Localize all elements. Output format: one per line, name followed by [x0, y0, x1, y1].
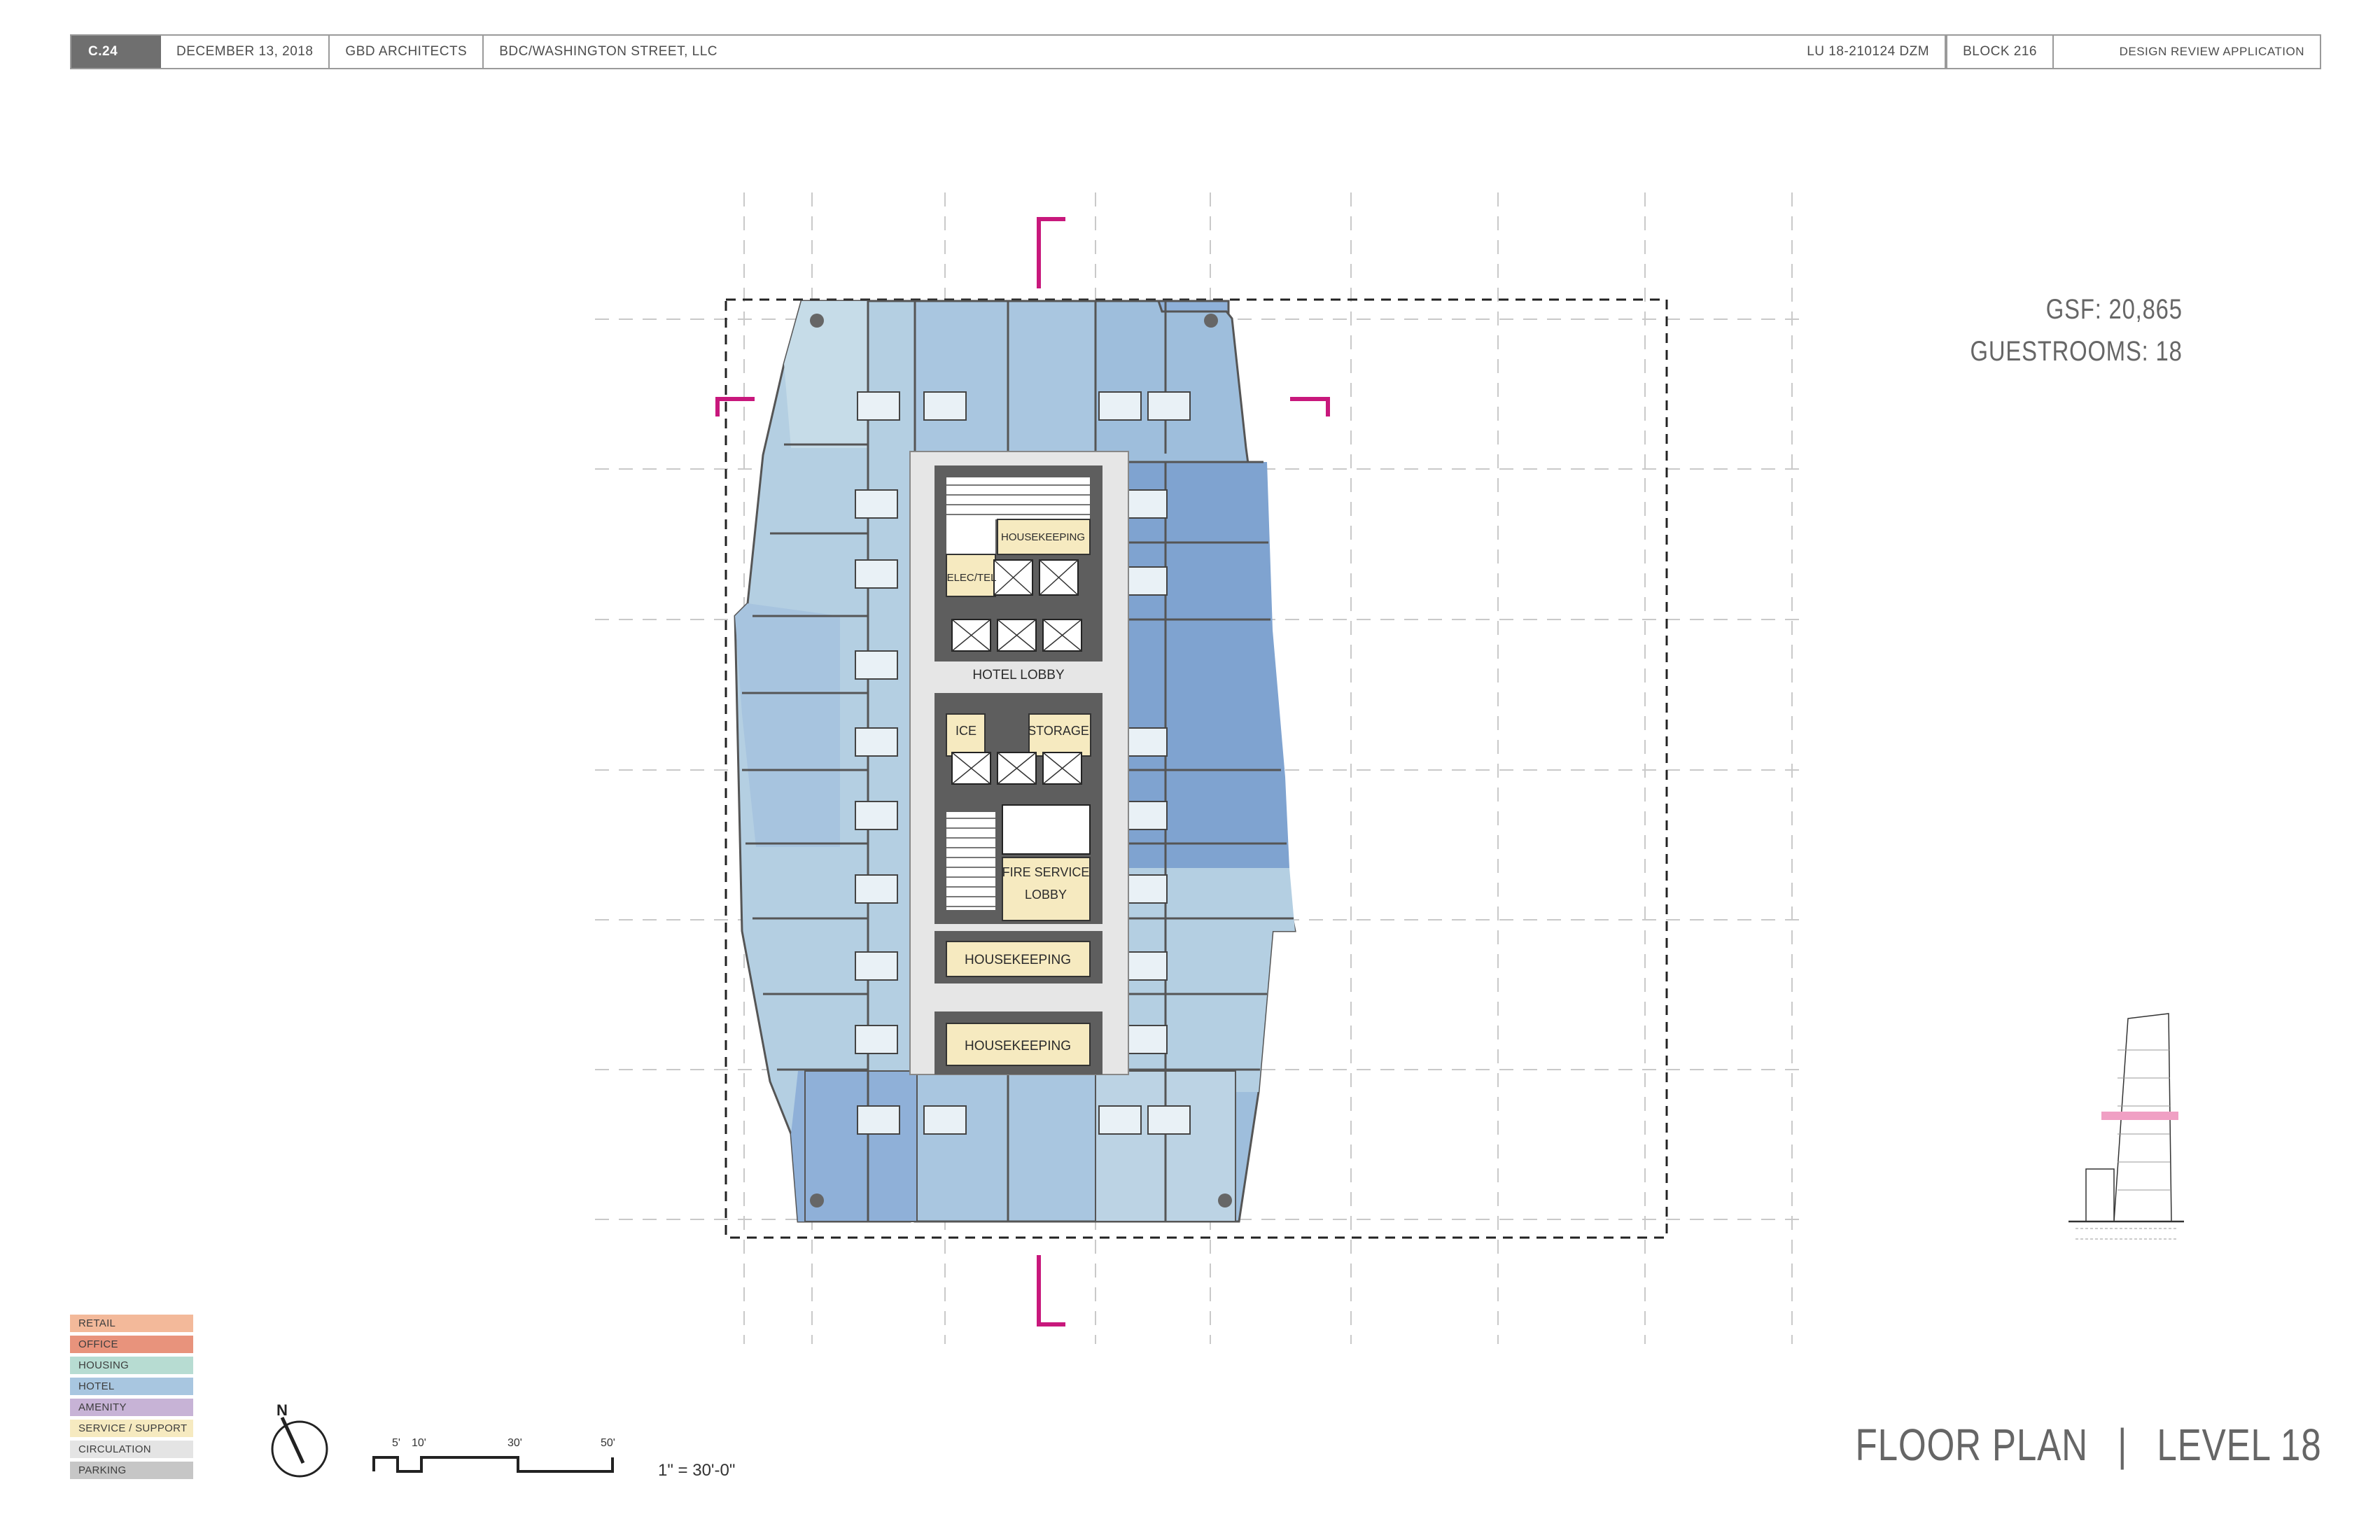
legend-item-service-support: SERVICE / SUPPORT [70, 1420, 193, 1437]
room-label-fire-service-2: LOBBY [1025, 888, 1067, 902]
legend-label: AMENITY [78, 1401, 127, 1413]
hotel-floor-plate [734, 300, 1296, 1223]
legend-item-circulation: CIRCULATION [70, 1441, 193, 1458]
scale-tick-10: 10' [412, 1437, 426, 1449]
room-label-fire-service-1: FIRE SERVICE [1002, 865, 1090, 879]
legend-label: OFFICE [78, 1338, 118, 1350]
room-label-ice: ICE [955, 724, 976, 738]
room-label-elec-tel: ELEC/TEL [947, 572, 997, 584]
scale-tick-50: 50' [601, 1437, 615, 1449]
legend-label: HOUSING [78, 1359, 130, 1371]
room-label-storage: STORAGE [1028, 724, 1089, 738]
legend-item-parking: PARKING [70, 1462, 193, 1479]
legend-label: RETAIL [78, 1317, 116, 1329]
legend-item-hotel: HOTEL [70, 1378, 193, 1395]
scale-tick-5: 5' [392, 1437, 400, 1449]
sheet-title: FLOOR PLAN | LEVEL 18 [1855, 1419, 2321, 1471]
north-arrow-icon: N [271, 1401, 328, 1478]
legend-label: SERVICE / SUPPORT [78, 1422, 188, 1434]
room-label-housekeeping-mid: HOUSEKEEPING [965, 953, 1071, 967]
sheet-title-main: FLOOR PLAN [1855, 1420, 2088, 1470]
legend-label: PARKING [78, 1464, 127, 1476]
legend-item-housing: HOUSING [70, 1357, 193, 1374]
legend-item-retail: RETAIL [70, 1315, 193, 1332]
scale-ratio: 1" = 30'-0" [658, 1461, 735, 1480]
room-label-hotel-lobby: HOTEL LOBBY [972, 668, 1065, 682]
floor-plan-drawing: HOUSEKEEPING ELEC/TEL HOTEL LOBBY ICE ST… [595, 192, 2184, 1344]
legend-label: CIRCULATION [78, 1443, 151, 1455]
sheet-title-level: LEVEL 18 [2156, 1420, 2321, 1470]
graphic-scale-bar: 5' 10' 30' 50' 1" = 30'-0" [372, 1437, 735, 1480]
room-label-housekeeping-bottom: HOUSEKEEPING [965, 1039, 1071, 1054]
key-plan-tower-elevation [2068, 1013, 2184, 1240]
legend-label: HOTEL [78, 1380, 115, 1392]
north-label: N [276, 1401, 288, 1419]
room-label-housekeeping-top: HOUSEKEEPING [1001, 531, 1085, 543]
sheet-title-separator: | [2117, 1420, 2127, 1470]
legend-item-amenity: AMENITY [70, 1399, 193, 1416]
legend-item-office: OFFICE [70, 1336, 193, 1353]
scale-tick-30: 30' [507, 1437, 522, 1449]
